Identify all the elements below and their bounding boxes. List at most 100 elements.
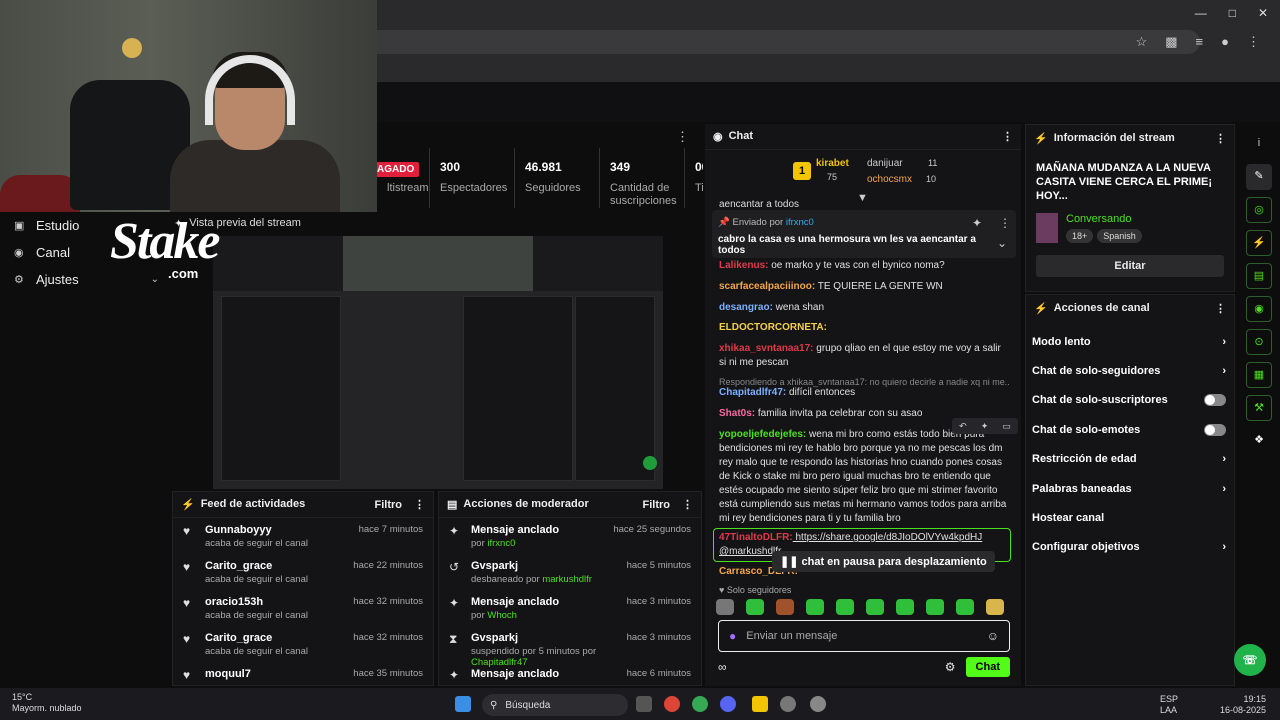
- emote-icon[interactable]: [746, 599, 764, 615]
- emote-icon[interactable]: [806, 599, 824, 615]
- kebab-icon[interactable]: ⋮: [1215, 302, 1226, 315]
- leader-1-name[interactable]: kirabet: [816, 158, 849, 169]
- mod-action-user[interactable]: markushdlfr: [542, 574, 592, 585]
- leader-2-name[interactable]: danijuar: [867, 158, 903, 169]
- feed-user[interactable]: Carito_grace: [205, 560, 353, 572]
- channel-action-row[interactable]: Hostear canal: [1026, 503, 1234, 532]
- kebab-icon[interactable]: ⋮: [414, 498, 425, 511]
- star-icon[interactable]: ☆: [1136, 34, 1148, 50]
- document-icon[interactable]: ▤: [1246, 263, 1272, 289]
- kebab-icon[interactable]: ⋮: [999, 216, 1011, 230]
- emote-icon[interactable]: [956, 599, 974, 615]
- pinned-user[interactable]: ifrxnc0: [786, 217, 814, 228]
- address-bar[interactable]: [330, 30, 1200, 54]
- channel-action-row[interactable]: Restricción de edad ›: [1026, 445, 1234, 474]
- media-icon[interactable]: ≡: [1196, 34, 1204, 50]
- pin-icon[interactable]: ✦: [981, 421, 989, 432]
- send-chat-button[interactable]: Chat: [965, 657, 1010, 677]
- pinned-message[interactable]: 📌 Enviado por ifrxnc0 cabro la casa es u…: [712, 210, 1016, 258]
- collapse-icon[interactable]: ▼: [857, 192, 868, 204]
- language-indicator[interactable]: ESP LAA: [1160, 694, 1178, 716]
- channel-action-row[interactable]: Chat de solo-emotes: [1026, 415, 1234, 444]
- folder-icon[interactable]: [752, 696, 768, 712]
- chat-username[interactable]: desangrao:: [719, 302, 773, 313]
- infinity-icon[interactable]: ∞: [718, 660, 727, 674]
- mod-action-user[interactable]: Chapitadlfr47: [471, 657, 528, 668]
- stats-menu-icon[interactable]: ⋮: [676, 129, 689, 145]
- emote-icon[interactable]: [866, 599, 884, 615]
- emoji-icon[interactable]: ☺: [987, 629, 999, 643]
- chat-message[interactable]: xhikaa_svntanaa17: grupo qliao en el que…: [719, 342, 1009, 370]
- maximize-icon[interactable]: □: [1229, 6, 1236, 20]
- chat-username[interactable]: Lalikenus:: [719, 260, 768, 271]
- kebab-icon[interactable]: ⋮: [1215, 132, 1226, 145]
- emote-icon[interactable]: [926, 599, 944, 615]
- channel-action-row[interactable]: Modo lento ›: [1026, 327, 1234, 356]
- chrome-icon[interactable]: [692, 696, 708, 712]
- chat-message[interactable]: Chapitadlfr47: difícil entonces: [719, 386, 1009, 400]
- obs-icon[interactable]: [810, 696, 826, 712]
- target-icon[interactable]: ◎: [1246, 197, 1272, 223]
- media-player-icon[interactable]: [780, 696, 796, 712]
- weather-widget[interactable]: 15°C Mayorm. nublado: [12, 692, 82, 714]
- feed-row[interactable]: ♥ Gunnaboyyy acaba de seguir el canal hace …: [173, 518, 433, 554]
- mic-icon[interactable]: ●: [729, 629, 736, 643]
- chat-message[interactable]: yopoeljefedejefes: wena mi bro como está…: [719, 428, 1009, 526]
- chevron-down-icon[interactable]: ⌄: [997, 236, 1007, 250]
- taskview-icon[interactable]: [636, 696, 652, 712]
- mod-action-user[interactable]: Whoch: [487, 610, 517, 621]
- mod-row[interactable]: ↺ Gvsparkj desbaneado por markushdlfr hace …: [439, 554, 701, 590]
- chat-message[interactable]: Lalikenus: oe marko y te vas con el byni…: [719, 259, 1009, 273]
- emote-icon[interactable]: [986, 599, 1004, 615]
- kebab-icon[interactable]: ⋮: [682, 498, 693, 511]
- chat-paused-banner[interactable]: ❚❚ chat en pausa para desplazamiento: [772, 551, 995, 572]
- bolt-icon[interactable]: ⚡: [1246, 230, 1272, 256]
- wrench-icon[interactable]: ⚒: [1246, 395, 1272, 421]
- channel-action-row[interactable]: Chat de solo-seguidores ›: [1026, 356, 1234, 385]
- minimize-icon[interactable]: —: [1195, 6, 1207, 20]
- feed-user[interactable]: Gunnaboyyy: [205, 524, 359, 536]
- feed-row[interactable]: ♥ Carito_grace acaba de seguir el canal hac…: [173, 554, 433, 590]
- mod-filter-button[interactable]: Filtro: [643, 499, 671, 511]
- emote-icon[interactable]: [776, 599, 794, 615]
- chat-username[interactable]: scarfacealpaciiinoo:: [719, 281, 815, 292]
- chrome-icon[interactable]: [664, 696, 680, 712]
- stream-preview[interactable]: [213, 236, 663, 489]
- gear-icon[interactable]: ⚙: [945, 660, 956, 674]
- chat-icon[interactable]: ◉: [1246, 296, 1272, 322]
- chat-message[interactable]: desangrao: wena shan: [719, 301, 1009, 315]
- category-name[interactable]: Conversando: [1066, 213, 1146, 225]
- info-icon[interactable]: i: [1246, 131, 1272, 157]
- feed-user[interactable]: oracio153h: [205, 596, 353, 608]
- emote-icon[interactable]: [896, 599, 914, 615]
- emote-icon[interactable]: [836, 599, 854, 615]
- chat-username[interactable]: yopoeljefedejefes:: [719, 429, 806, 440]
- channel-action-row[interactable]: Chat de solo-suscriptores: [1026, 386, 1234, 415]
- channel-action-row[interactable]: Configurar objetivos ›: [1026, 533, 1234, 562]
- leader-3-name[interactable]: ochocsmx: [867, 174, 912, 185]
- broadcast-icon[interactable]: ⊙: [1246, 329, 1272, 355]
- menu-icon[interactable]: ⋮: [1247, 34, 1260, 50]
- windows-start-icon[interactable]: [455, 696, 471, 712]
- taskbar-clock[interactable]: 19:15 16-08-2025: [1220, 694, 1266, 716]
- mod-row[interactable]: ✦ Mensaje anclado por ifrxnc0 hace 25 segun…: [439, 518, 701, 554]
- toggle-switch[interactable]: [1204, 394, 1226, 407]
- chat-message[interactable]: ELDOCTORCORNETA:: [719, 321, 1009, 335]
- chat-username[interactable]: Chapitadlfr47:: [719, 387, 786, 398]
- feed-user[interactable]: Carito_grace: [205, 632, 353, 644]
- help-icon[interactable]: ☏: [1234, 644, 1266, 676]
- chat-input[interactable]: ● Enviar un mensaje ☺: [718, 620, 1010, 652]
- taskbar-search[interactable]: ⚲ Búsqueda: [482, 694, 628, 716]
- feed-user[interactable]: moquul7: [205, 668, 353, 680]
- chat-message[interactable]: scarfacealpaciiinoo: TE QUIERE LA GENTE …: [719, 280, 1009, 294]
- extensions-icon[interactable]: ▩: [1165, 34, 1177, 50]
- chat-username[interactable]: ELDOCTORCORNETA:: [719, 322, 827, 333]
- kebab-icon[interactable]: ⋮: [1002, 130, 1013, 143]
- toggle-switch[interactable]: [1204, 423, 1226, 436]
- close-icon[interactable]: ✕: [1258, 6, 1268, 20]
- mod-row[interactable]: ✦ Mensaje anclado por Whoch hace 3 minutos: [439, 590, 701, 626]
- edit-stream-button[interactable]: Editar: [1036, 255, 1224, 277]
- feed-filter-button[interactable]: Filtro: [375, 499, 403, 511]
- layout-icon[interactable]: ▦: [1246, 362, 1272, 388]
- profile-icon[interactable]: ●: [1221, 34, 1229, 50]
